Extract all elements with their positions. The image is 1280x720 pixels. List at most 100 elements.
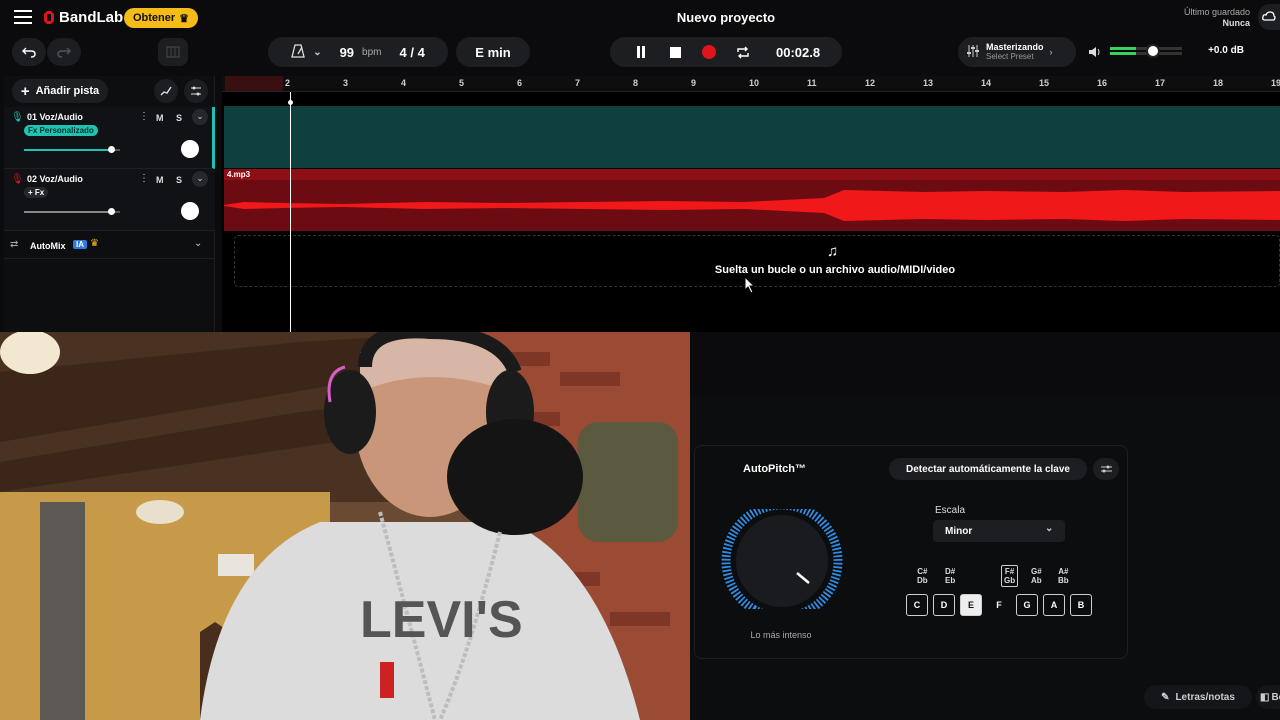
timeline[interactable]: 12345678910111213141516171819 4.mp3 ♫ Su… (222, 76, 1280, 332)
ruler-number: 10 (749, 78, 760, 88)
note-c-sharp[interactable]: C# Db (917, 567, 928, 585)
playhead[interactable] (290, 92, 291, 332)
chevron-down-icon[interactable]: ⌄ (194, 238, 202, 249)
undo-icon[interactable] (12, 38, 46, 66)
note-a-sharp[interactable]: A# Bb (1058, 567, 1069, 585)
chevron-down-icon[interactable]: ⌄ (313, 47, 321, 58)
track-volume-slider[interactable] (24, 208, 120, 215)
note-g-sharp[interactable]: G# Ab (1031, 567, 1042, 585)
autopitch-title: AutoPitch™ (743, 463, 806, 475)
track-volume-knob[interactable] (108, 146, 116, 153)
cloud-save-icon[interactable] (1258, 4, 1280, 30)
pause-icon[interactable] (624, 46, 658, 58)
redo-icon[interactable] (47, 38, 81, 66)
get-button[interactable]: Obtener ♛ (124, 8, 198, 28)
ruler-number: 9 (691, 78, 697, 88)
scale-select[interactable]: Minor ⌄ (933, 520, 1065, 542)
keyboard-icon[interactable] (158, 38, 188, 66)
note-a[interactable]: A (1043, 594, 1065, 616)
top-bar: BandLab Obtener ♛ Nuevo proyecto Último … (0, 0, 1280, 36)
record-icon[interactable] (692, 45, 726, 59)
microphone-icon[interactable]: 🎙︎ (11, 112, 24, 123)
bandlab-logo-icon (42, 9, 56, 25)
add-music-icon: ♫ (827, 243, 839, 260)
note-e[interactable]: E (960, 594, 982, 616)
stop-icon[interactable] (658, 46, 692, 58)
ruler-number: 2 (285, 78, 291, 88)
automix-row[interactable]: ⇄ AutoMix IA ♛ ⌄ (4, 233, 215, 259)
track-name[interactable]: 02 Voz/Audio (27, 174, 83, 184)
loop-region[interactable] (225, 76, 283, 91)
mixer-sliders-icon (966, 44, 980, 61)
time-signature[interactable]: 4 / 4 (400, 45, 425, 60)
key-button[interactable]: E min (456, 37, 530, 67)
mastering-button[interactable]: Masterizando Select Preset › (958, 37, 1076, 67)
audio-clip[interactable]: 4.mp3 (224, 169, 1280, 231)
meter-right (1110, 52, 1136, 55)
solo-button[interactable]: S (176, 175, 182, 185)
autopitch-settings-icon[interactable] (1093, 458, 1119, 480)
fx-badge[interactable]: + Fx (24, 187, 49, 198)
ruler-number: 8 (633, 78, 639, 88)
waveform (224, 190, 1280, 221)
track-volume-knob[interactable] (108, 208, 116, 215)
track-sidebar: + Añadir pista 🎙︎ 01 Voz/Audio Fx Person… (4, 76, 215, 332)
loop-icon[interactable] (726, 46, 760, 59)
menu-icon[interactable] (14, 10, 32, 24)
crown-icon: ♛ (179, 12, 190, 25)
chevron-down-icon[interactable]: ⌄ (192, 109, 208, 125)
track-row[interactable]: 🎙︎ 02 Voz/Audio + Fx ⋮ M S ⌄ (4, 169, 215, 231)
track-name[interactable]: 01 Voz/Audio (27, 112, 83, 122)
clip-name: 4.mp3 (227, 170, 251, 179)
scale-value: Minor (945, 526, 973, 537)
lyrics-notes-label: Letras/notas (1175, 691, 1235, 703)
drop-zone[interactable]: ♫ Suelta un bucle o un archivo audio/MID… (234, 235, 1280, 287)
track-lane-1[interactable] (224, 106, 1280, 168)
speaker-icon[interactable] (1088, 45, 1102, 57)
automix-icon: ⇄ (10, 239, 19, 250)
toolbar: ⌄ 99 bpm 4 / 4 E min 00:02.8 Masterizand… (0, 36, 1280, 76)
project-title[interactable]: Nuevo proyecto (540, 10, 912, 25)
extra-label: Bo (1271, 691, 1280, 703)
detect-key-button[interactable]: Detectar automáticamente la clave (889, 458, 1087, 480)
app-name: BandLab (59, 9, 124, 26)
master-volume-slider[interactable] (1110, 44, 1182, 58)
ruler-number: 11 (807, 78, 817, 88)
add-track-button[interactable]: + Añadir pista (12, 79, 108, 103)
more-icon[interactable]: ⋮ (139, 111, 149, 122)
more-icon[interactable]: ⋮ (139, 173, 149, 184)
time-display: 00:02.8 (776, 44, 821, 60)
chevron-right-icon: › (1049, 47, 1053, 57)
playhead-handle[interactable] (288, 100, 293, 105)
track-settings-icon[interactable] (184, 79, 208, 103)
note-f[interactable]: F (988, 594, 1010, 616)
note-b[interactable]: B (1070, 594, 1092, 616)
note-g[interactable]: G (1016, 594, 1038, 616)
ruler-number: 12 (865, 78, 876, 88)
ruler[interactable]: 12345678910111213141516171819 (222, 76, 1280, 92)
note-d-sharp[interactable]: D# Eb (945, 567, 955, 585)
mute-button[interactable]: M (156, 113, 164, 123)
pan-knob[interactable] (181, 140, 199, 158)
get-button-label: Obtener (132, 12, 176, 24)
note-f-sharp[interactable]: F# Gb (1001, 565, 1019, 587)
lyrics-notes-button[interactable]: ✎ Letras/notas (1144, 685, 1252, 709)
chevron-down-icon[interactable]: ⌄ (192, 171, 208, 187)
fx-badge[interactable]: Fx Personalizado (24, 125, 98, 136)
automation-icon[interactable] (154, 79, 178, 103)
mute-button[interactable]: M (156, 175, 164, 185)
extra-button[interactable]: ◧ Bo (1256, 685, 1280, 709)
track-volume-slider[interactable] (24, 146, 120, 153)
solo-button[interactable]: S (176, 113, 182, 123)
extra-icon: ◧ (1260, 691, 1270, 703)
note-c[interactable]: C (906, 594, 928, 616)
master-volume-knob[interactable] (1146, 44, 1161, 58)
pan-knob[interactable] (181, 202, 199, 220)
track-row[interactable]: 🎙︎ 01 Voz/Audio Fx Personalizado ⋮ M S ⌄ (4, 107, 215, 169)
last-saved: Último guardado Nunca (1150, 7, 1250, 29)
microphone-icon[interactable]: 🎙︎ (11, 174, 24, 185)
intensity-dial[interactable] (717, 509, 847, 609)
note-d[interactable]: D (933, 594, 955, 616)
bpm-value[interactable]: 99 (340, 45, 354, 60)
metronome-icon[interactable] (291, 43, 306, 61)
